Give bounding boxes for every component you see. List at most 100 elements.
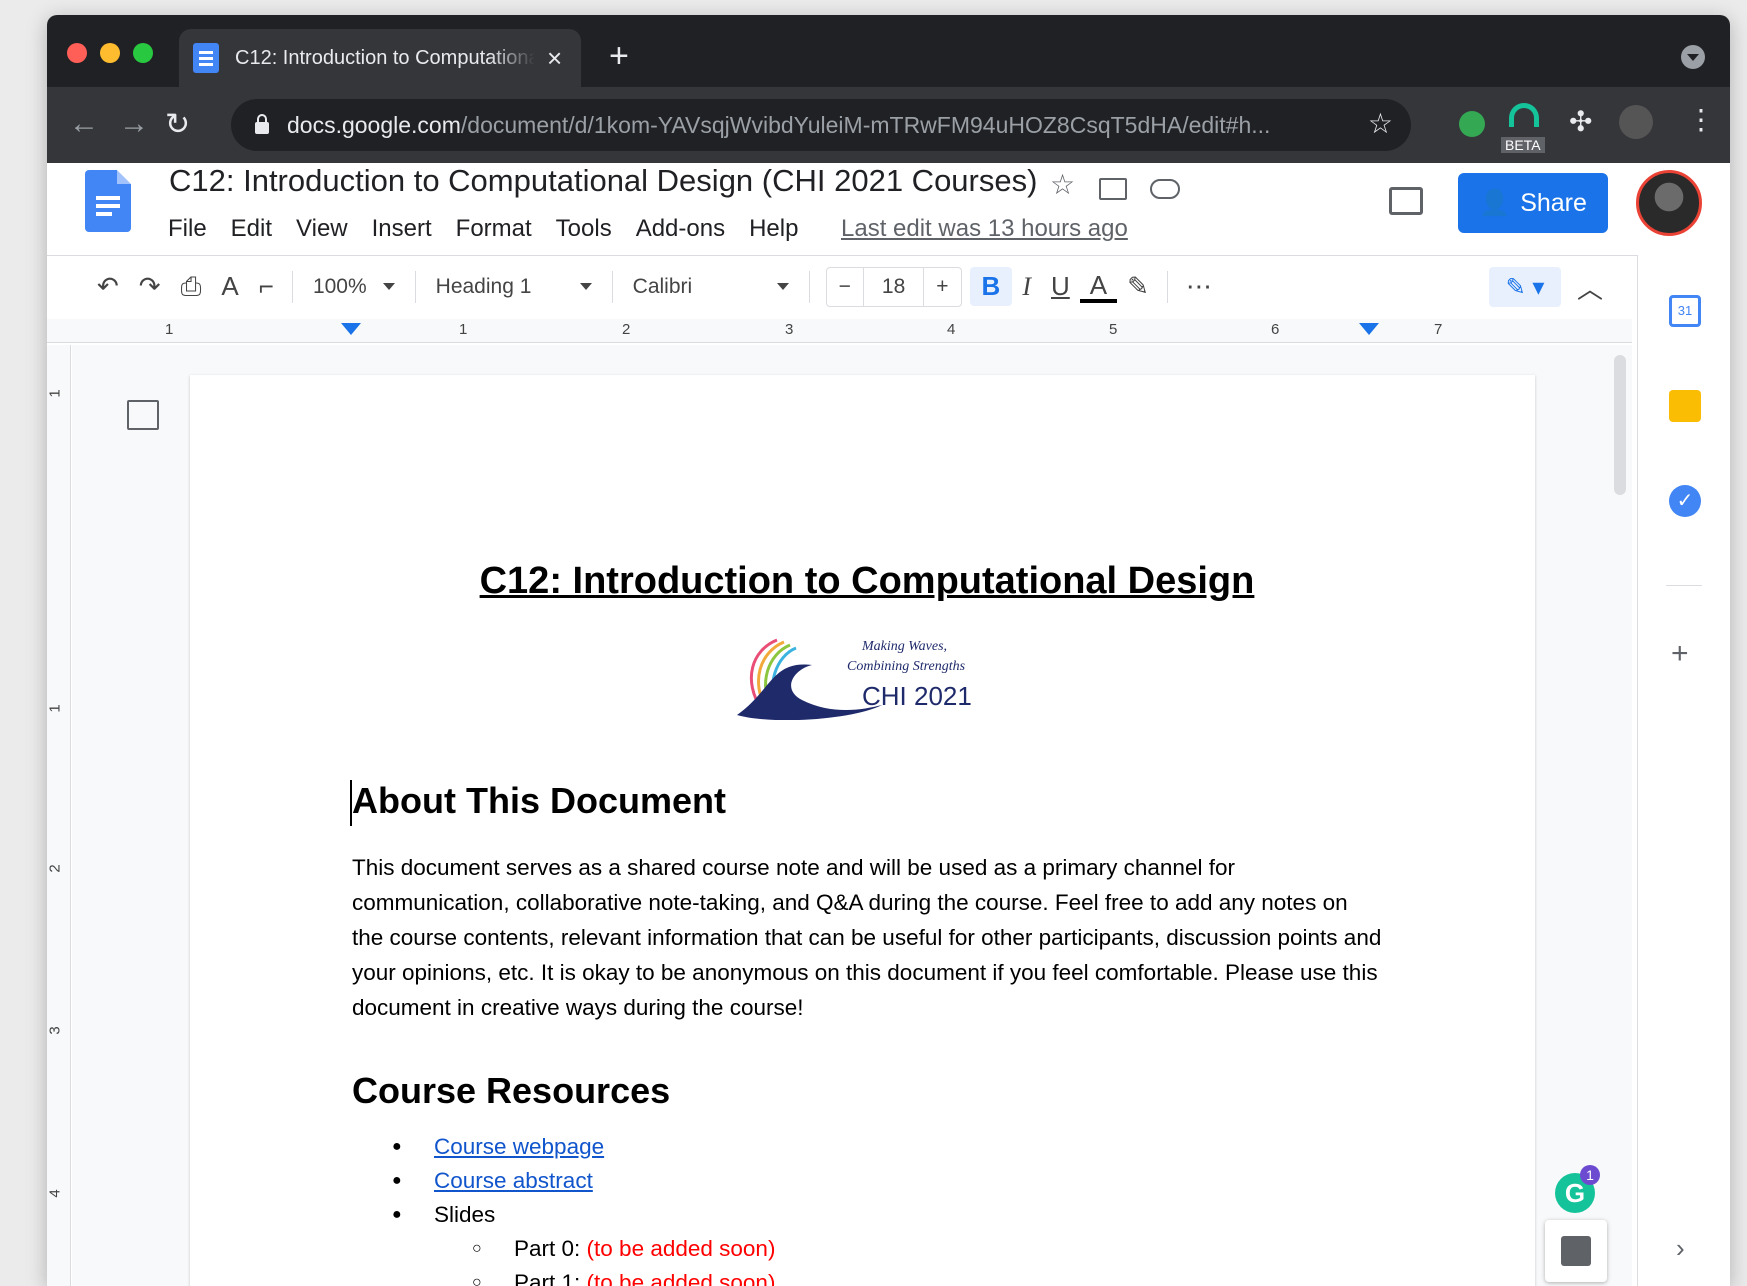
menu-insert[interactable]: Insert xyxy=(372,215,432,243)
font-size-stepper[interactable]: − 18 + xyxy=(825,266,962,307)
vertical-ruler: 1 1 2 3 4 xyxy=(47,345,71,1286)
collapse-menus-icon[interactable]: ︿ xyxy=(1577,269,1603,306)
url-text: docs.google.com/document/d/1kom-YAVsqjWv… xyxy=(287,111,1271,138)
logo-tagline-1: Making Waves, xyxy=(861,639,947,654)
menu-bar: File Edit View Insert Format Tools Add-o… xyxy=(168,215,798,243)
cloud-status-icon[interactable] xyxy=(1150,179,1180,199)
zoom-value: 100% xyxy=(312,274,367,298)
browser-window: C12: Introduction to Computational Desig… xyxy=(47,15,1730,1286)
menu-edit[interactable]: Edit xyxy=(231,215,272,243)
document-outline-icon[interactable] xyxy=(127,400,159,430)
menu-format[interactable]: Format xyxy=(456,215,532,243)
slide-part-label: Part 1: xyxy=(514,1270,587,1286)
maximize-window-button[interactable] xyxy=(133,43,153,63)
document-page[interactable]: C12: Introduction to Computational Desig… xyxy=(190,375,1535,1286)
editing-mode-button[interactable]: ✎ ▾ xyxy=(1489,267,1561,307)
browser-tab[interactable]: C12: Introduction to Computational Desig… xyxy=(179,29,581,87)
horizontal-ruler: 1 1 2 3 4 5 6 7 xyxy=(47,319,1632,343)
ruler-number: 4 xyxy=(947,321,956,338)
ruler-number: 2 xyxy=(47,864,64,873)
list-item: Course webpage xyxy=(392,1130,775,1164)
expand-panel-chevron-icon[interactable]: › xyxy=(1676,1233,1685,1264)
star-icon[interactable]: ☆ xyxy=(1050,168,1075,201)
list-item: Course abstract xyxy=(392,1164,775,1198)
highlight-color-icon[interactable]: ✎ xyxy=(1117,271,1159,302)
extensions-puzzle-icon[interactable]: ✣ xyxy=(1569,105,1592,138)
grammarly-count-badge: 1 xyxy=(1580,1165,1600,1185)
explore-button[interactable] xyxy=(1545,1220,1607,1282)
address-bar[interactable]: docs.google.com/document/d/1kom-YAVsqjWv… xyxy=(231,99,1411,151)
menu-help[interactable]: Help xyxy=(749,215,798,243)
slides-label: Slides xyxy=(434,1202,496,1227)
ruler-number: 3 xyxy=(785,321,794,338)
spellcheck-icon[interactable]: A xyxy=(211,271,248,302)
vertical-scrollbar[interactable] xyxy=(1614,355,1626,495)
left-indent-marker[interactable] xyxy=(341,323,361,335)
bold-button[interactable]: B xyxy=(969,267,1013,306)
style-select[interactable]: Heading 1 xyxy=(424,275,604,299)
style-value: Heading 1 xyxy=(435,274,532,298)
underline-button[interactable]: U xyxy=(1041,271,1080,302)
minimize-window-button[interactable] xyxy=(100,43,120,63)
docs-favicon-icon xyxy=(193,43,219,73)
browser-menu-icon[interactable]: ⋮ xyxy=(1687,103,1715,136)
chevron-down-icon xyxy=(776,283,789,290)
lock-icon xyxy=(255,114,269,134)
tab-bar: C12: Introduction to Computational Desig… xyxy=(47,15,1730,87)
close-tab-icon[interactable]: × xyxy=(547,43,562,74)
docs-logo-icon[interactable] xyxy=(85,170,131,232)
more-options-button[interactable]: ⋯ xyxy=(1176,271,1222,302)
grammarly-extension-icon[interactable] xyxy=(1509,103,1539,127)
account-avatar[interactable] xyxy=(1636,170,1702,236)
ruler-number: 7 xyxy=(1434,321,1443,338)
tasks-icon[interactable]: ✓ xyxy=(1669,485,1701,517)
beta-badge: BETA xyxy=(1501,137,1545,153)
last-edit-link[interactable]: Last edit was 13 hours ago xyxy=(841,215,1128,243)
print-icon[interactable]: ⎙ xyxy=(171,271,212,303)
decrease-font-size-button[interactable]: − xyxy=(827,275,863,299)
course-webpage-link[interactable]: Course webpage xyxy=(434,1134,604,1159)
text-color-button[interactable]: A xyxy=(1079,271,1118,303)
keep-icon[interactable] xyxy=(1669,390,1701,422)
ruler-number: 4 xyxy=(47,1189,64,1198)
zoom-select[interactable]: 100% xyxy=(301,275,407,299)
ruler-number: 5 xyxy=(1109,321,1118,338)
document-title[interactable]: C12: Introduction to Computational Desig… xyxy=(169,163,1037,199)
calendar-icon[interactable]: 31 xyxy=(1669,295,1701,327)
chevron-down-icon xyxy=(579,283,592,290)
italic-button[interactable]: I xyxy=(1012,272,1041,302)
undo-icon[interactable]: ↶ xyxy=(87,271,129,302)
menu-tools[interactable]: Tools xyxy=(556,215,612,243)
increase-font-size-button[interactable]: + xyxy=(924,275,960,299)
close-window-button[interactable] xyxy=(67,43,87,63)
new-tab-button[interactable]: + xyxy=(609,39,629,73)
font-size-input[interactable]: 18 xyxy=(862,267,925,306)
profile-avatar-icon[interactable] xyxy=(1619,105,1653,139)
paint-format-icon[interactable]: ⌐ xyxy=(249,271,284,302)
forward-arrow-icon[interactable]: → xyxy=(119,107,149,141)
logo-conference: CHI 2021 xyxy=(862,681,972,711)
back-arrow-icon[interactable]: ← xyxy=(69,107,99,141)
explore-icon xyxy=(1561,1236,1591,1266)
tab-search-icon[interactable] xyxy=(1681,45,1705,69)
chevron-down-icon xyxy=(382,283,395,290)
browser-toolbar: ← → ↻ docs.google.com/document/d/1kom-YA… xyxy=(47,87,1730,163)
font-select[interactable]: Calibri xyxy=(621,275,801,299)
comments-icon[interactable] xyxy=(1389,187,1423,215)
move-folder-icon[interactable] xyxy=(1099,178,1127,200)
menu-file[interactable]: File xyxy=(168,215,207,243)
reload-icon[interactable]: ↻ xyxy=(165,107,190,142)
add-addon-icon[interactable]: + xyxy=(1671,637,1689,671)
extension-green-icon[interactable] xyxy=(1459,111,1485,137)
ruler-number: 1 xyxy=(47,704,64,713)
menu-view[interactable]: View xyxy=(296,215,348,243)
right-indent-marker[interactable] xyxy=(1359,323,1379,335)
tab-title: C12: Introduction to Computational Desig… xyxy=(235,46,535,69)
list-item: Part 0: (to be added soon) xyxy=(392,1232,775,1266)
menu-addons[interactable]: Add-ons xyxy=(636,215,725,243)
redo-icon[interactable]: ↷ xyxy=(129,271,171,302)
share-button[interactable]: 👤 Share xyxy=(1458,173,1608,233)
bookmark-star-icon[interactable]: ☆ xyxy=(1368,107,1393,140)
course-abstract-link[interactable]: Course abstract xyxy=(434,1168,593,1193)
font-value: Calibri xyxy=(632,274,693,298)
